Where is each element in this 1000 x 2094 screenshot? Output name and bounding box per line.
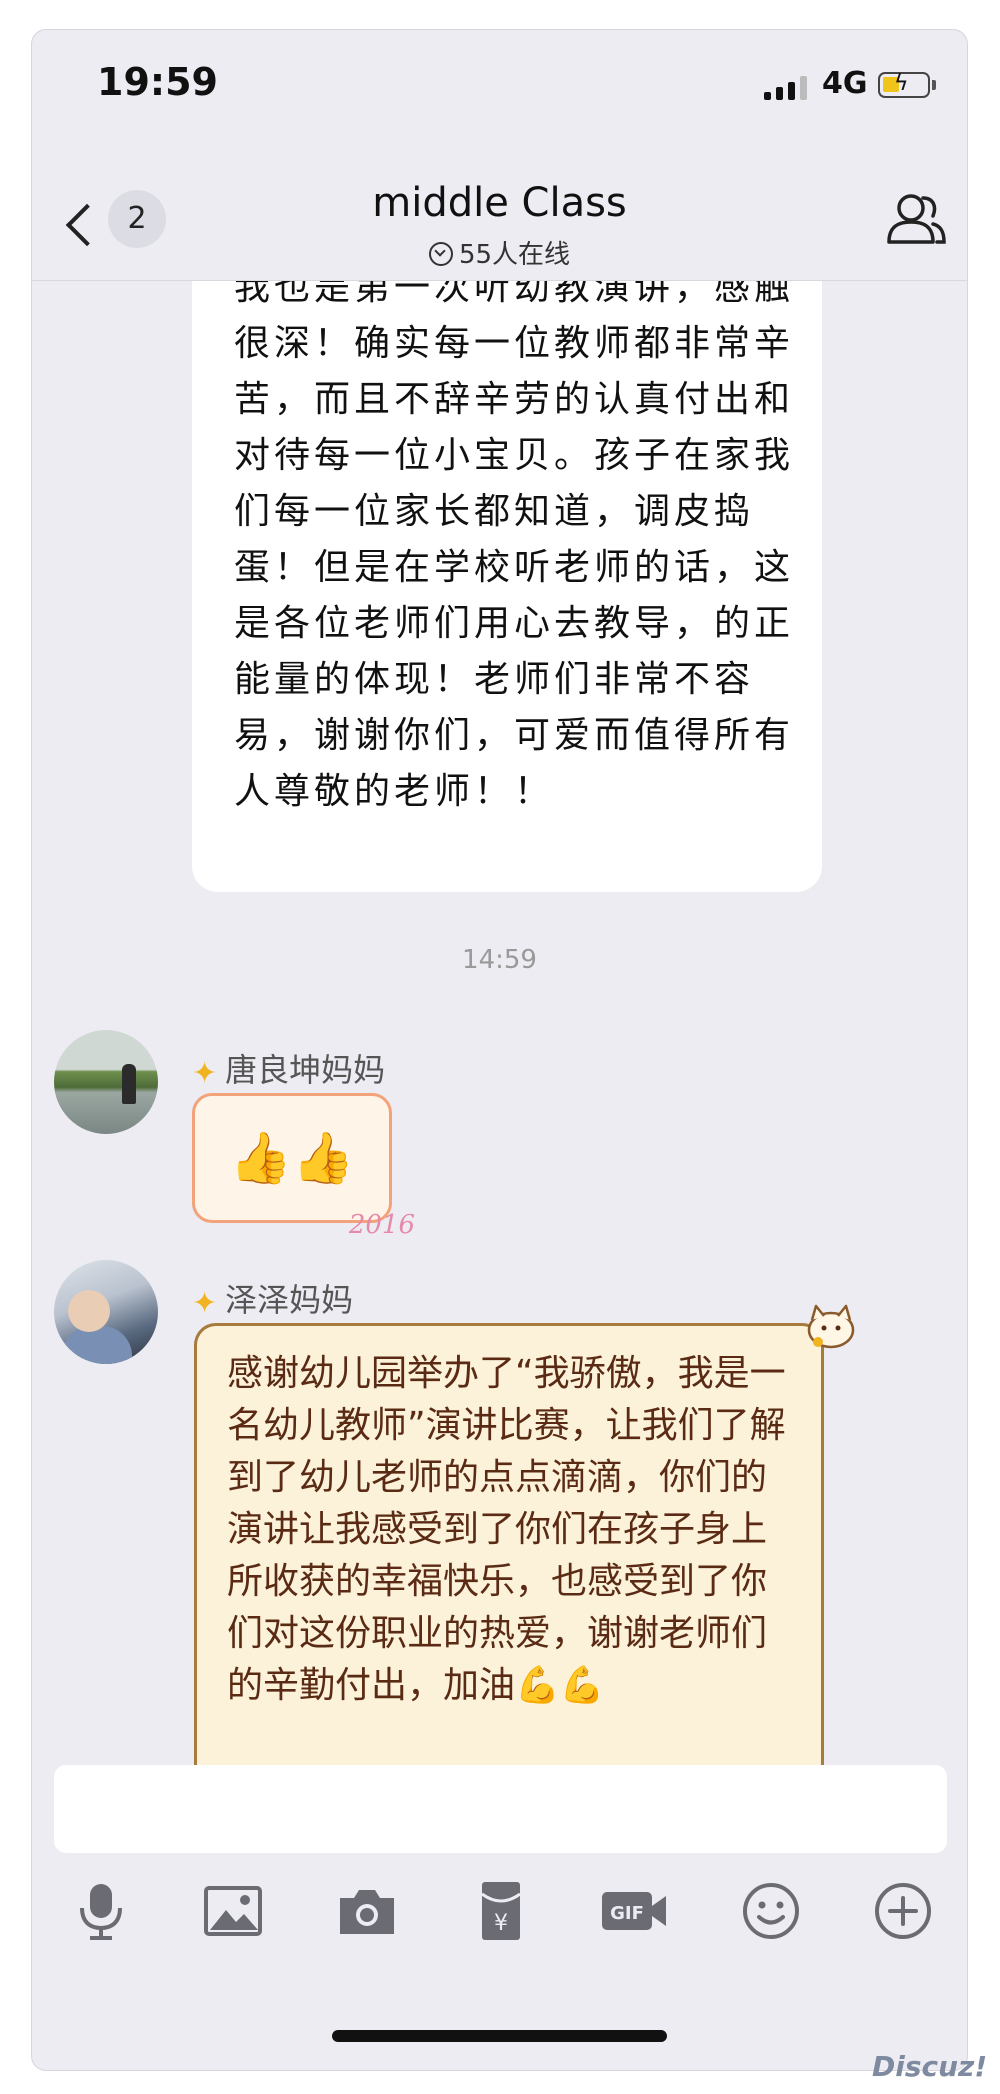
red-packet-icon: ¥ — [481, 1882, 521, 1940]
sender-name: ✦ 唐良坤妈妈 — [192, 1045, 385, 1091]
yuan-label: ¥ — [494, 1911, 508, 1936]
chat-header: 2 middle Class 55人在线 — [32, 150, 967, 281]
battery-icon: ϟ — [878, 71, 936, 98]
signal-icon — [764, 76, 807, 100]
member-star-icon: ✦ — [192, 1056, 218, 1091]
thumbs-up-sticker: 👍👍 — [229, 1128, 355, 1187]
home-indicator[interactable] — [332, 2030, 667, 2042]
phone-screen: 19:59 4G ϟ 2 middle Class 55人在线 我也是第一次听幼… — [32, 30, 967, 2070]
avatar[interactable] — [54, 1030, 158, 1134]
sender-name: ✦ 泽泽妈妈 — [192, 1275, 353, 1321]
status-time: 19:59 — [97, 60, 218, 104]
image-icon — [204, 1886, 262, 1936]
chat-title: middle Class — [372, 180, 627, 226]
camera-icon — [340, 1890, 394, 1934]
online-count[interactable]: 55人在线 — [32, 234, 967, 271]
more-button[interactable] — [870, 1878, 936, 1944]
sender-name-label: 唐良坤妈妈 — [225, 1051, 386, 1089]
member-star-icon: ✦ — [192, 1286, 218, 1321]
avatar[interactable] — [54, 1260, 158, 1364]
red-packet-button[interactable]: ¥ — [468, 1878, 534, 1944]
emoji-icon — [743, 1883, 799, 1939]
gif-label: GIF — [610, 1903, 644, 1924]
emoji-button[interactable] — [738, 1878, 804, 1944]
plus-icon — [875, 1883, 931, 1939]
chevron-down-icon — [428, 242, 453, 266]
sticker-year: 2016 — [348, 1210, 415, 1240]
image-button[interactable] — [200, 1878, 266, 1944]
gif-button[interactable]: GIF — [600, 1878, 666, 1944]
voice-button[interactable] — [68, 1878, 134, 1944]
members-button[interactable] — [883, 188, 947, 248]
input-toolbar: ¥ GIF — [32, 1878, 967, 1958]
watermark: Discuz! — [872, 2050, 988, 2083]
people-icon — [887, 194, 946, 244]
cat-decoration-icon — [807, 1304, 855, 1349]
sticker-message[interactable]: 👍👍 2016 — [192, 1093, 415, 1240]
message-timestamp: 14:59 — [462, 945, 537, 975]
message-input[interactable] — [54, 1765, 947, 1853]
online-count-label: 55人在线 — [458, 240, 571, 270]
sender-name-label: 泽泽妈妈 — [225, 1281, 354, 1319]
microphone-icon — [80, 1884, 122, 1940]
status-bar: 19:59 4G ϟ — [32, 30, 967, 150]
network-type: 4G — [822, 66, 868, 101]
camera-button[interactable] — [334, 1878, 400, 1944]
gif-icon: GIF — [602, 1892, 666, 1930]
message-bubble[interactable]: 感谢幼儿园举办了“我骄傲，我是一名幼儿教师”演讲比赛，让我们了解到了幼儿老师的点… — [194, 1323, 824, 1783]
